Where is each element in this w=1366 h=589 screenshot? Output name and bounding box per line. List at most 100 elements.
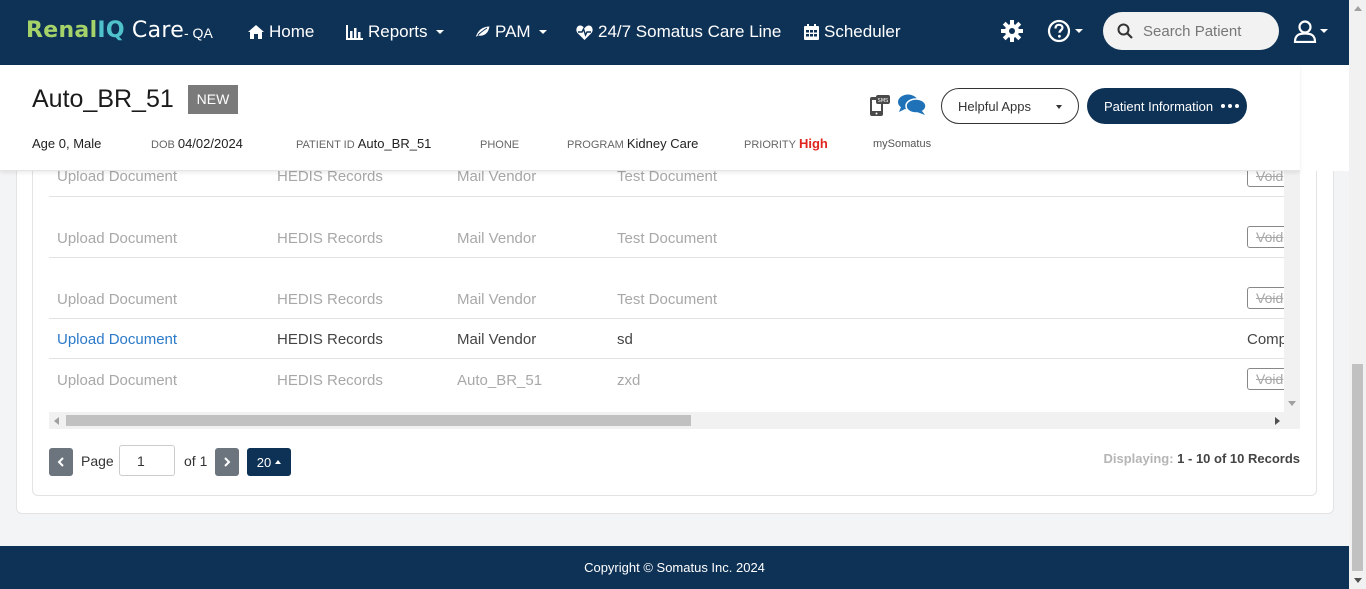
records-summary: Displaying: 1 - 10 of 10 Records — [1103, 451, 1300, 466]
chat-button[interactable] — [897, 93, 927, 122]
scroll-right-arrow-icon[interactable] — [1275, 417, 1280, 425]
page-label: Page — [81, 453, 114, 469]
calendar-icon — [804, 24, 819, 40]
cell-source: Mail Vendor — [457, 331, 537, 348]
void-button[interactable]: Void — [1247, 287, 1284, 309]
dob-value: 04/02/2024 — [177, 136, 243, 151]
table-row[interactable]: Upload Document HEDIS Records Auto_BR_51… — [49, 359, 1284, 403]
phone-label: PHONE — [480, 139, 520, 151]
page-size-value: 20 — [256, 454, 272, 470]
gear-icon — [1001, 20, 1023, 42]
scroll-down-arrow-icon[interactable] — [1354, 578, 1362, 583]
cell-category: HEDIS Records — [277, 291, 383, 308]
patient-information-button[interactable]: Patient Information — [1087, 88, 1247, 124]
settings-button[interactable] — [1001, 20, 1023, 47]
comments-icon — [898, 94, 927, 115]
priority-value: High — [798, 136, 828, 151]
patient-id: PATIENT ID Auto_BR_51 — [296, 136, 431, 151]
table-horizontal-scrollbar[interactable] — [49, 412, 1300, 429]
chevron-right-icon — [224, 457, 231, 467]
chevron-down-icon — [1320, 29, 1328, 33]
nav-scheduler[interactable]: Scheduler — [804, 22, 901, 42]
cell-category: HEDIS Records — [277, 372, 383, 389]
patient-header: Auto_BR_51 NEW SMS Helpful Apps Patient … — [0, 65, 1300, 171]
nav-home[interactable]: Home — [248, 22, 314, 42]
patient-name: Auto_BR_51 — [32, 85, 174, 113]
table-row[interactable]: Upload Document HEDIS Records Mail Vendo… — [49, 197, 1284, 258]
nav-pam[interactable]: PAM — [474, 22, 547, 42]
helpful-apps-label: Helpful Apps — [958, 98, 1031, 114]
patient-age-sex: Age 0, Male — [32, 136, 101, 151]
scroll-up-arrow-icon[interactable] — [1354, 6, 1362, 11]
displaying-value: 1 - 10 of 10 Records — [1177, 451, 1300, 466]
help-menu[interactable] — [1047, 19, 1083, 43]
helpful-apps-dropdown[interactable]: Helpful Apps — [941, 88, 1079, 124]
nav-reports[interactable]: Reports — [346, 22, 444, 42]
question-circle-icon — [1047, 19, 1071, 43]
void-button[interactable]: Void — [1247, 368, 1284, 390]
cell-source: Mail Vendor — [457, 230, 537, 247]
nav-home-label: Home — [269, 22, 315, 41]
page-count-label: of 1 — [184, 453, 208, 469]
cell-status: Comp — [1247, 331, 1284, 348]
nav-reports-label: Reports — [368, 22, 428, 41]
cell-name: zxd — [617, 372, 641, 389]
scrollbar-thumb[interactable] — [66, 415, 691, 426]
cell-name: Test Document — [617, 230, 718, 247]
age-sex-value: Age 0, Male — [32, 136, 102, 151]
next-page-button[interactable] — [215, 448, 239, 476]
nav-scheduler-label: Scheduler — [824, 22, 901, 41]
brand-part-renal: Renal — [26, 18, 98, 43]
upload-document-link[interactable]: Upload Document — [57, 331, 177, 348]
cell-name: sd — [617, 331, 633, 348]
brand-part-care: Care — [131, 18, 185, 43]
chevron-down-icon — [435, 30, 444, 34]
sms-button[interactable]: SMS — [869, 95, 891, 122]
nav-pam-label: PAM — [495, 22, 531, 41]
right-panel-edge — [1300, 65, 1349, 171]
page-size-select[interactable]: 20 — [247, 448, 291, 476]
void-button[interactable]: Void — [1247, 226, 1284, 248]
scrollbar-thumb[interactable] — [1352, 364, 1363, 571]
prev-page-button[interactable] — [49, 448, 73, 476]
nav-careline-label: 24/7 Somatus Care Line — [598, 22, 782, 41]
sms-phone-icon: SMS — [870, 95, 890, 116]
displaying-label: Displaying: — [1103, 451, 1174, 466]
program-value: Kidney Care — [626, 136, 699, 151]
nav-careline[interactable]: 24/7 Somatus Care Line — [576, 22, 781, 42]
patient-information-label: Patient Information — [1104, 98, 1214, 114]
cell-category: HEDIS Records — [277, 331, 383, 348]
page-number-input[interactable] — [119, 445, 175, 476]
user-menu[interactable] — [1293, 19, 1328, 43]
page-footer: Copyright © Somatus Inc. 2024 — [0, 546, 1349, 589]
mysomatus-label[interactable]: mySomatus — [873, 138, 931, 150]
home-icon — [248, 25, 264, 39]
table-vertical-scrollbar[interactable] — [1284, 160, 1300, 412]
chevron-down-icon — [1075, 29, 1083, 33]
patient-dob: DOB 04/02/2024 — [151, 136, 243, 151]
table-row[interactable]: Upload Document HEDIS Records Mail Vendo… — [49, 319, 1284, 359]
page-vertical-scrollbar[interactable] — [1349, 0, 1366, 589]
top-navbar: RenalIQ Care - QA Home Reports PAM 24/7 S… — [0, 0, 1349, 65]
documents-table: Upload Document HEDIS Records Mail Vendo… — [49, 160, 1284, 412]
chevron-down-icon — [538, 30, 547, 34]
search-icon — [1117, 23, 1133, 39]
patient-phone: PHONE — [480, 136, 522, 151]
priority-label: PRIORITY — [744, 139, 796, 151]
chevron-up-icon — [275, 460, 282, 464]
cell-type: Upload Document — [57, 230, 178, 247]
cell-category: HEDIS Records — [277, 230, 383, 247]
cell-source: Auto_BR_51 — [457, 372, 543, 389]
brand-logo[interactable]: RenalIQ Care — [26, 18, 184, 43]
search-box[interactable] — [1103, 12, 1279, 50]
search-patient-input[interactable] — [1143, 22, 1273, 40]
program-label: PROGRAM — [567, 139, 624, 151]
scroll-left-arrow-icon[interactable] — [54, 417, 59, 425]
sms-text: SMS — [878, 98, 889, 104]
cell-name: Test Document — [617, 291, 718, 308]
scroll-down-arrow-icon[interactable] — [1288, 401, 1296, 406]
chevron-down-icon — [1056, 105, 1062, 109]
brand-part-iq: IQ — [97, 18, 125, 43]
cell-type: Upload Document — [57, 291, 178, 308]
table-row[interactable]: Upload Document HEDIS Records Mail Vendo… — [49, 258, 1284, 319]
